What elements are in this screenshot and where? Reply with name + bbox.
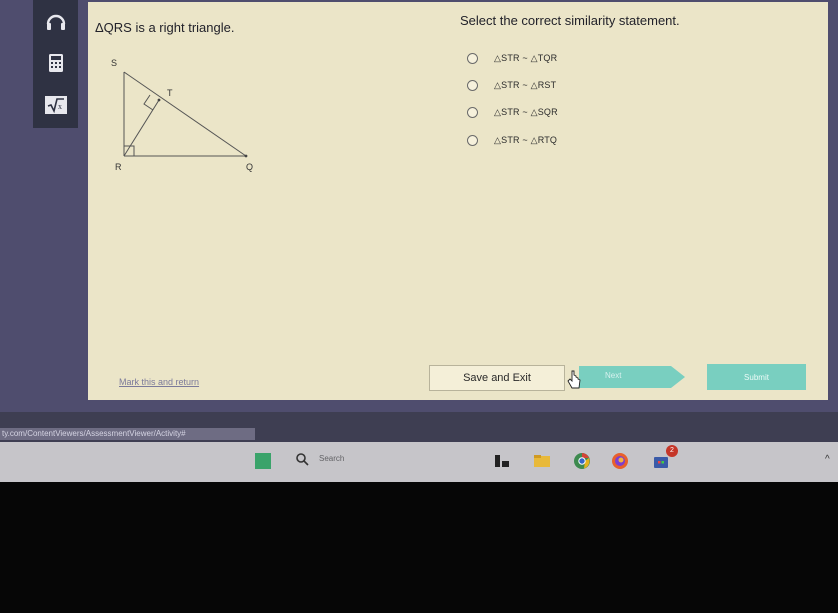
tool-sidebar: x (33, 0, 78, 128)
headphones-icon (46, 14, 65, 30)
svg-text:x: x (58, 102, 62, 111)
vertex-q-label: Q (246, 162, 253, 172)
mark-and-return-link[interactable]: Mark this and return (119, 377, 199, 387)
answer-choice-label: △STR ~ △TQR (494, 52, 558, 63)
notification-badge: 2 (666, 445, 678, 457)
answer-choice[interactable]: △STR ~ △TQR (467, 49, 557, 67)
next-button[interactable]: Next (579, 366, 685, 388)
answer-choice[interactable]: △STR ~ △RTQ (467, 131, 557, 149)
headphones-button[interactable] (33, 6, 78, 36)
search-icon[interactable] (295, 452, 309, 466)
file-explorer-icon[interactable] (533, 452, 551, 470)
assessment-app: x ΔQRS is a right triangle. S T R Q Sele… (0, 0, 838, 412)
widgets-icon[interactable] (255, 453, 271, 469)
answer-choice[interactable]: △STR ~ △RST (467, 76, 556, 94)
next-arrow-shape (579, 366, 685, 388)
monitor-bezel (0, 482, 838, 613)
calculator-button[interactable] (33, 48, 78, 78)
question-card: ΔQRS is a right triangle. S T R Q Select… (88, 2, 828, 400)
vertex-r-label: R (115, 162, 122, 172)
radio-button[interactable] (467, 52, 478, 64)
triangle-figure: S T R Q (98, 46, 278, 191)
radio-button[interactable] (467, 106, 478, 118)
navigation-footer: Mark this and return Save and Exit Next … (88, 362, 828, 400)
answer-choice-label: △STR ~ △RST (494, 79, 557, 90)
radio-button[interactable] (467, 134, 478, 146)
formula-reference-button[interactable]: x (33, 90, 78, 120)
browser-status-bar: ty.com/ContentViewers/AssessmentViewer/A… (0, 412, 838, 442)
vertex-t-label: T (167, 88, 173, 98)
calculator-icon (48, 54, 63, 72)
answer-choice-label: △STR ~ △SQR (494, 106, 558, 117)
chevron-up-icon[interactable]: ^ (825, 454, 830, 465)
radio-button[interactable] (467, 79, 478, 91)
vertex-s-label: S (111, 58, 117, 68)
answer-choice[interactable]: △STR ~ △SQR (467, 103, 558, 121)
question-text: Select the correct similarity statement. (460, 13, 680, 28)
hand-cursor-icon (567, 370, 581, 389)
square-root-icon: x (44, 96, 67, 114)
windows-taskbar: Search 2 ^ (0, 442, 838, 482)
save-and-exit-button[interactable]: Save and Exit (429, 365, 565, 391)
figure-panel: ΔQRS is a right triangle. S T R Q (88, 2, 423, 362)
chrome-icon[interactable] (573, 452, 591, 470)
question-panel: Select the correct similarity statement.… (460, 2, 828, 362)
firefox-icon[interactable] (611, 452, 629, 470)
taskbar-search-input[interactable]: Search (319, 454, 344, 463)
task-view-icon[interactable] (493, 452, 511, 470)
status-url: ty.com/ContentViewers/AssessmentViewer/A… (0, 428, 255, 440)
next-button-label: Next (605, 371, 622, 380)
prompt-text: ΔQRS is a right triangle. (95, 20, 235, 35)
submit-button[interactable]: Submit (707, 364, 806, 390)
answer-choice-label: △STR ~ △RTQ (494, 134, 558, 145)
